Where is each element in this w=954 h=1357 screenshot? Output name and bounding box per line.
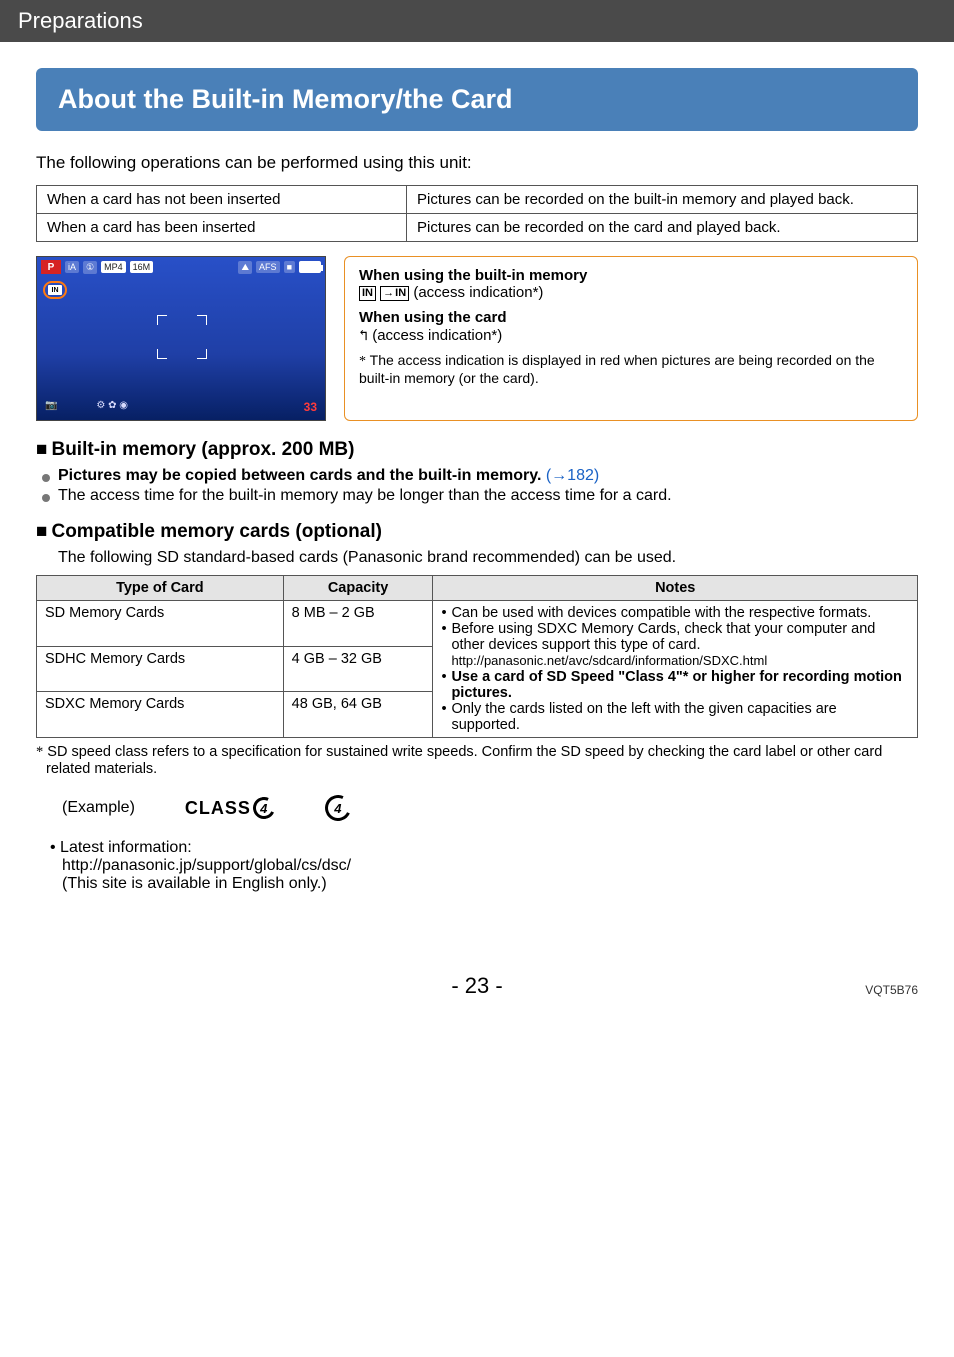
table-row: When a card has not been inserted Pictur… [37,186,918,214]
page-ref-link[interactable]: (→182) [541,467,599,484]
note-item: Use a card of SD Speed "Class 4"* or hig… [441,669,909,701]
access-footnote: The access indication is displayed in re… [359,352,875,386]
page-content: About the Built-in Memory/the Card The f… [0,68,954,1035]
camera-shots-remaining: 33 [304,400,317,414]
battery-icon [299,261,321,273]
latest-url: http://panasonic.jp/support/global/cs/ds… [62,857,351,874]
camera-chip: ■ [284,261,295,273]
camera-chip: ① [83,261,97,274]
table-row: SD Memory Cards 8 MB – 2 GB Can be used … [37,601,918,647]
intro-text: The following operations can be performe… [36,153,918,173]
class4-logo: CLASS4 [185,797,275,819]
mode-badge: P [41,260,61,274]
builtin-heading: Built-in memory (approx. 200 MB) [36,439,918,461]
page-footer: - 23 - VQT5B76 [36,973,918,999]
col-type: Type of Card [37,576,284,601]
card-type: SDXC Memory Cards [37,692,284,738]
card-type: SDHC Memory Cards [37,646,284,692]
doc-code: VQT5B76 [865,983,918,997]
memory-indication-box: When using the built-in memory IN IN (ac… [344,256,918,421]
camera-chip: MP4 [101,261,126,273]
sdxc-url: http://panasonic.net/avc/sdcard/informat… [451,653,767,668]
copy-note: Pictures may be copied between cards and… [58,467,541,484]
builtin-title: When using the built-in memory [359,267,587,284]
card-capacity: 8 MB – 2 GB [283,601,433,647]
col-notes: Notes [433,576,918,601]
card-capacity: 48 GB, 64 GB [283,692,433,738]
latest-info: Latest information: http://panasonic.jp/… [36,839,918,893]
ops-when: When a card has been inserted [37,214,407,242]
memory-indicator-highlight: IN [43,281,67,299]
ops-result: Pictures can be recorded on the card and… [407,214,918,242]
list-item: The access time for the built-in memory … [58,487,918,505]
note-item: Only the cards listed on the left with t… [441,701,909,733]
table-row: When a card has been inserted Pictures c… [37,214,918,242]
speed-class-footnote: * SD speed class refers to a specificati… [36,744,918,777]
in-icon: IN [359,286,376,301]
cards-table: Type of Card Capacity Notes SD Memory Ca… [36,575,918,738]
ops-result: Pictures can be recorded on the built-in… [407,186,918,214]
memory-in-icon: IN [48,285,62,295]
page-title: About the Built-in Memory/the Card [36,68,918,131]
in-arrow-icon: IN [380,286,409,301]
compat-intro: The following SD standard-based cards (P… [36,549,918,567]
example-row: (Example) CLASS4 4 [36,795,918,821]
camera-icon: 📷 [45,400,57,411]
table-header-row: Type of Card Capacity Notes [37,576,918,601]
latest-note: (This site is available in English only.… [62,875,327,892]
camera-chip: 16M [130,261,154,273]
builtin-suffix: (access indication*) [413,284,543,301]
builtin-bullets: Pictures may be copied between cards and… [36,467,918,505]
example-label: (Example) [62,799,135,817]
camera-chip: iA [65,261,79,273]
page-number: - 23 - [451,973,502,998]
camera-chip: ⛰ [238,261,252,274]
card-type: SD Memory Cards [37,601,284,647]
card-suffix: (access indication*) [372,327,502,344]
note-item: Before using SDXC Memory Cards, check th… [441,621,909,669]
latest-label: Latest information: [60,839,192,856]
card-title: When using the card [359,309,507,326]
breadcrumb: Preparations [0,0,954,42]
note-item: Can be used with devices compatible with… [441,605,909,621]
camera-footer-icons: ⚙ ✿ ◉ [96,400,128,411]
card-access-icon: ↰ [359,326,368,344]
col-capacity: Capacity [283,576,433,601]
operations-table: When a card has not been inserted Pictur… [36,185,918,242]
camera-preview-image: P iA ① MP4 16M ⛰ AFS ■ IN 📷 [36,256,326,421]
ops-when: When a card has not been inserted [37,186,407,214]
class4-icon: 4 [321,791,354,824]
compat-heading: Compatible memory cards (optional) [36,521,918,543]
list-item: Pictures may be copied between cards and… [58,467,918,485]
card-capacity: 4 GB – 32 GB [283,646,433,692]
camera-chip: AFS [256,261,280,273]
card-notes: Can be used with devices compatible with… [433,601,918,738]
